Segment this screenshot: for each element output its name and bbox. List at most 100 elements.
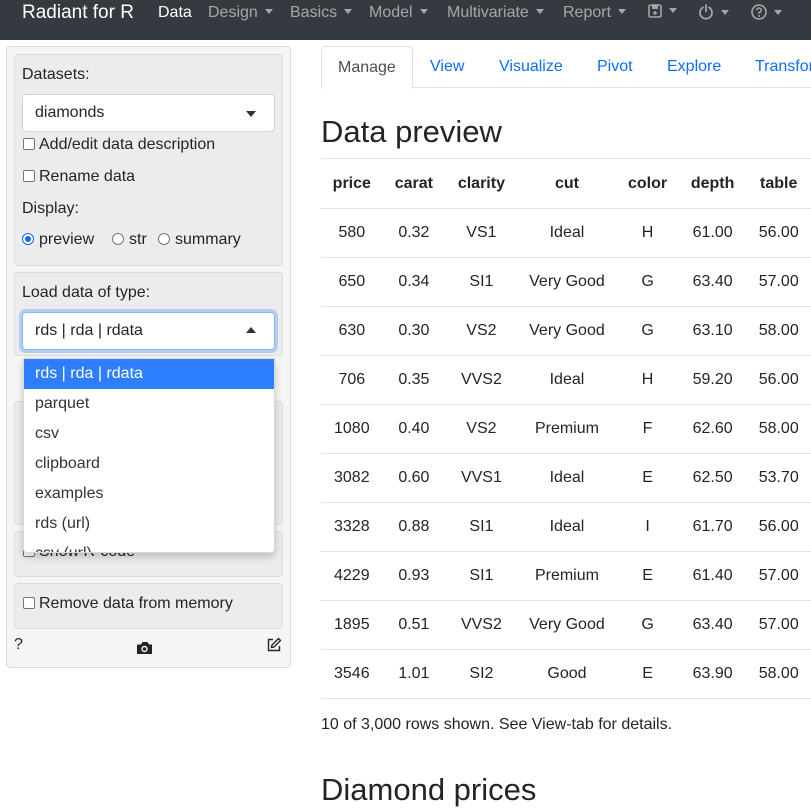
table-cell: H — [616, 355, 679, 405]
table-cell: 63.40 — [678, 600, 747, 650]
table-cell: Good — [517, 649, 617, 699]
dropdown-option[interactable]: rds (url) — [24, 509, 274, 539]
table-cell: VS2 — [445, 306, 518, 356]
table-cell: I — [616, 502, 679, 552]
table-cell: Very Good — [517, 306, 617, 356]
display-summary-label: summary — [175, 231, 241, 248]
dropdown-option[interactable]: parquet — [24, 389, 274, 419]
tab-view[interactable]: View — [430, 46, 464, 88]
dropdown-option[interactable]: examples — [24, 479, 274, 509]
table-cell: 58.00 — [746, 649, 811, 699]
table-cell: 63.40 — [678, 257, 747, 307]
table-cell: VS2 — [445, 404, 518, 454]
tab-explore[interactable]: Explore — [667, 46, 721, 88]
column-header[interactable]: clarity — [445, 158, 518, 209]
nav-multivariate[interactable]: Multivariate — [447, 5, 544, 21]
column-header[interactable]: depth — [678, 158, 747, 209]
chevron-down-icon — [721, 10, 729, 15]
add-edit-description-checkbox[interactable] — [23, 138, 35, 150]
table-row: 1080 0.40 VS2 Premium F 62.60 58.00 — [321, 404, 811, 454]
table-cell: 56.00 — [746, 355, 811, 405]
chevron-down-icon — [344, 9, 353, 14]
display-label: Display: — [22, 200, 79, 217]
table-cell: 62.50 — [678, 453, 747, 503]
table-row: 630 0.30 VS2 Very Good G 63.10 58.00 — [321, 306, 811, 356]
nav-power-menu[interactable] — [698, 4, 729, 22]
load-data-type-value: rds | rda | rdata — [35, 322, 143, 339]
top-navbar: Radiant for R Data Design Basics Model M… — [0, 0, 811, 40]
help-link[interactable]: ? — [14, 636, 23, 654]
nav-design[interactable]: Design — [208, 5, 273, 21]
display-str-radio[interactable] — [112, 233, 124, 245]
table-cell: Premium — [517, 551, 617, 601]
dropdown-option[interactable]: clipboard — [24, 449, 274, 479]
chevron-down-icon — [419, 9, 428, 14]
table-cell: 0.88 — [382, 502, 446, 552]
nav-help-menu[interactable] — [751, 4, 782, 22]
nav-basics[interactable]: Basics — [290, 5, 353, 21]
dataset-select-value: diamonds — [35, 104, 105, 121]
dropdown-option[interactable]: csv (url) — [24, 539, 274, 552]
table-cell: 706 — [321, 355, 383, 405]
table-cell: Very Good — [517, 600, 617, 650]
column-header[interactable]: cut — [517, 158, 617, 209]
table-cell: G — [616, 306, 679, 356]
table-row: 650 0.34 SI1 Very Good G 63.40 57.00 — [321, 257, 811, 307]
column-header[interactable]: carat — [382, 158, 446, 209]
table-cell: Ideal — [517, 502, 617, 552]
chevron-down-icon — [669, 8, 677, 13]
tab-pivot[interactable]: Pivot — [597, 46, 633, 88]
table-cell: 0.60 — [382, 453, 446, 503]
table-cell: 0.32 — [382, 208, 446, 258]
table-cell: VVS2 — [445, 355, 518, 405]
tab-manage[interactable]: Manage — [321, 46, 413, 89]
table-cell: 62.60 — [678, 404, 747, 454]
chevron-down-icon — [246, 111, 256, 117]
chevron-up-icon — [246, 327, 256, 333]
column-header[interactable]: color — [616, 158, 679, 209]
dropdown-option[interactable]: rds | rda | rdata — [24, 359, 274, 389]
rename-data-checkbox[interactable] — [23, 170, 35, 182]
remove-data-checkbox[interactable] — [23, 597, 35, 609]
display-preview-radio[interactable] — [22, 233, 34, 245]
table-cell: VS1 — [445, 208, 518, 258]
tab-visualize[interactable]: Visualize — [499, 46, 563, 88]
table-cell: E — [616, 551, 679, 601]
app-brand[interactable]: Radiant for R — [22, 3, 134, 22]
table-cell: 0.93 — [382, 551, 446, 601]
table-row: 580 0.32 VS1 Ideal H 61.00 56.00 — [321, 208, 811, 258]
datasets-label: Datasets: — [22, 66, 90, 83]
edit-icon[interactable] — [266, 637, 282, 653]
table-cell: Very Good — [517, 257, 617, 307]
table-cell: 630 — [321, 306, 383, 356]
table-cell: 61.70 — [678, 502, 747, 552]
nav-report[interactable]: Report — [563, 5, 627, 21]
table-cell: 0.34 — [382, 257, 446, 307]
dataset-select[interactable]: diamonds — [22, 94, 275, 132]
table-cell: 650 — [321, 257, 383, 307]
display-summary-radio[interactable] — [158, 233, 170, 245]
column-header[interactable]: price — [321, 158, 383, 209]
table-row: 4229 0.93 SI1 Premium E 61.40 57.00 — [321, 551, 811, 601]
table-header-row: price carat clarity cut color depth tabl… — [321, 158, 811, 209]
table-cell: SI1 — [445, 551, 518, 601]
nav-model[interactable]: Model — [369, 5, 428, 21]
rename-data-label: Rename data — [39, 168, 136, 185]
table-cell: H — [616, 208, 679, 258]
tab-transform[interactable]: Transform — [755, 46, 811, 88]
nav-save-menu[interactable] — [648, 4, 677, 20]
load-data-label: Load data of type: — [22, 284, 151, 301]
table-cell: 58.00 — [746, 404, 811, 454]
column-header[interactable]: table — [746, 158, 811, 209]
table-row: 1895 0.51 VVS2 Very Good G 63.40 57.00 — [321, 600, 811, 650]
nav-data[interactable]: Data — [158, 5, 192, 21]
table-cell: 61.00 — [678, 208, 747, 258]
camera-icon[interactable] — [136, 641, 153, 655]
table-cell: 0.30 — [382, 306, 446, 356]
rows-shown-note: 10 of 3,000 rows shown. See View-tab for… — [321, 716, 673, 733]
load-data-type-select[interactable]: rds | rda | rdata — [22, 312, 275, 350]
dropdown-option[interactable]: csv — [24, 419, 274, 449]
table-row: 706 0.35 VVS2 Ideal H 59.20 56.00 — [321, 355, 811, 405]
table-cell: G — [616, 600, 679, 650]
table-cell: Ideal — [517, 208, 617, 258]
